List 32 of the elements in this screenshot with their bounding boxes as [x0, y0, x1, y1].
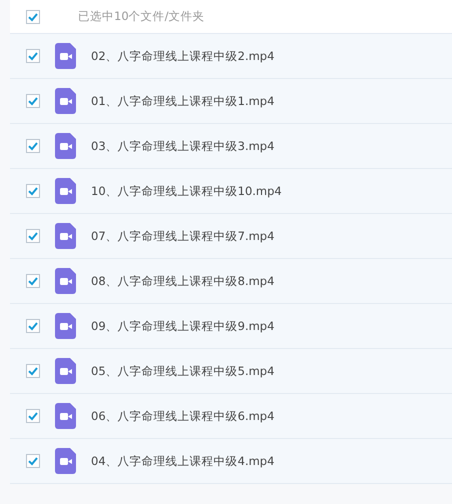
file-name[interactable]: 03、八字命理线上课程中级3.mp4 — [91, 138, 274, 154]
file-name[interactable]: 08、八字命理线上课程中级8.mp4 — [91, 274, 274, 288]
video-file-icon — [55, 88, 76, 114]
checkbox[interactable] — [26, 454, 40, 468]
video-file-icon — [55, 313, 76, 339]
checkbox[interactable] — [26, 364, 40, 378]
file-name[interactable]: 05、八字命理线上课程中级5.mp4 — [91, 364, 274, 378]
file-name[interactable]: 04、八字命理线上课程中级4.mp4 — [91, 454, 274, 468]
file-name[interactable]: 09、八字命理线上课程中级9.mp4 — [91, 318, 274, 334]
video-file-icon — [55, 133, 76, 159]
checkbox[interactable] — [26, 409, 40, 423]
checkbox[interactable] — [26, 10, 40, 24]
video-file-icon — [55, 358, 76, 384]
file-name[interactable]: 01、八字命理线上课程中级1.mp4 — [91, 94, 274, 108]
file-name[interactable]: 07、八字命理线上课程中级7.mp4 — [91, 228, 274, 244]
checkbox[interactable] — [26, 94, 40, 108]
checkbox[interactable] — [26, 139, 40, 153]
checkbox[interactable] — [26, 184, 40, 198]
file-name[interactable]: 10、八字命理线上课程中级10.mp4 — [91, 184, 282, 198]
video-file-icon — [55, 178, 76, 204]
checkbox[interactable] — [26, 229, 40, 243]
file-name[interactable]: 02、八字命理线上课程中级2.mp4 — [91, 48, 274, 64]
video-file-icon — [55, 448, 76, 474]
file-name[interactable]: 06、八字命理线上课程中级6.mp4 — [91, 408, 274, 424]
checkbox[interactable] — [26, 319, 40, 333]
video-file-icon — [55, 403, 76, 429]
video-file-icon — [55, 43, 76, 69]
checkbox[interactable] — [26, 274, 40, 288]
selection-summary: 已选中10个文件/文件夹 — [78, 9, 205, 24]
checkbox[interactable] — [26, 49, 40, 63]
video-file-icon — [55, 268, 76, 294]
video-file-icon — [55, 223, 76, 249]
